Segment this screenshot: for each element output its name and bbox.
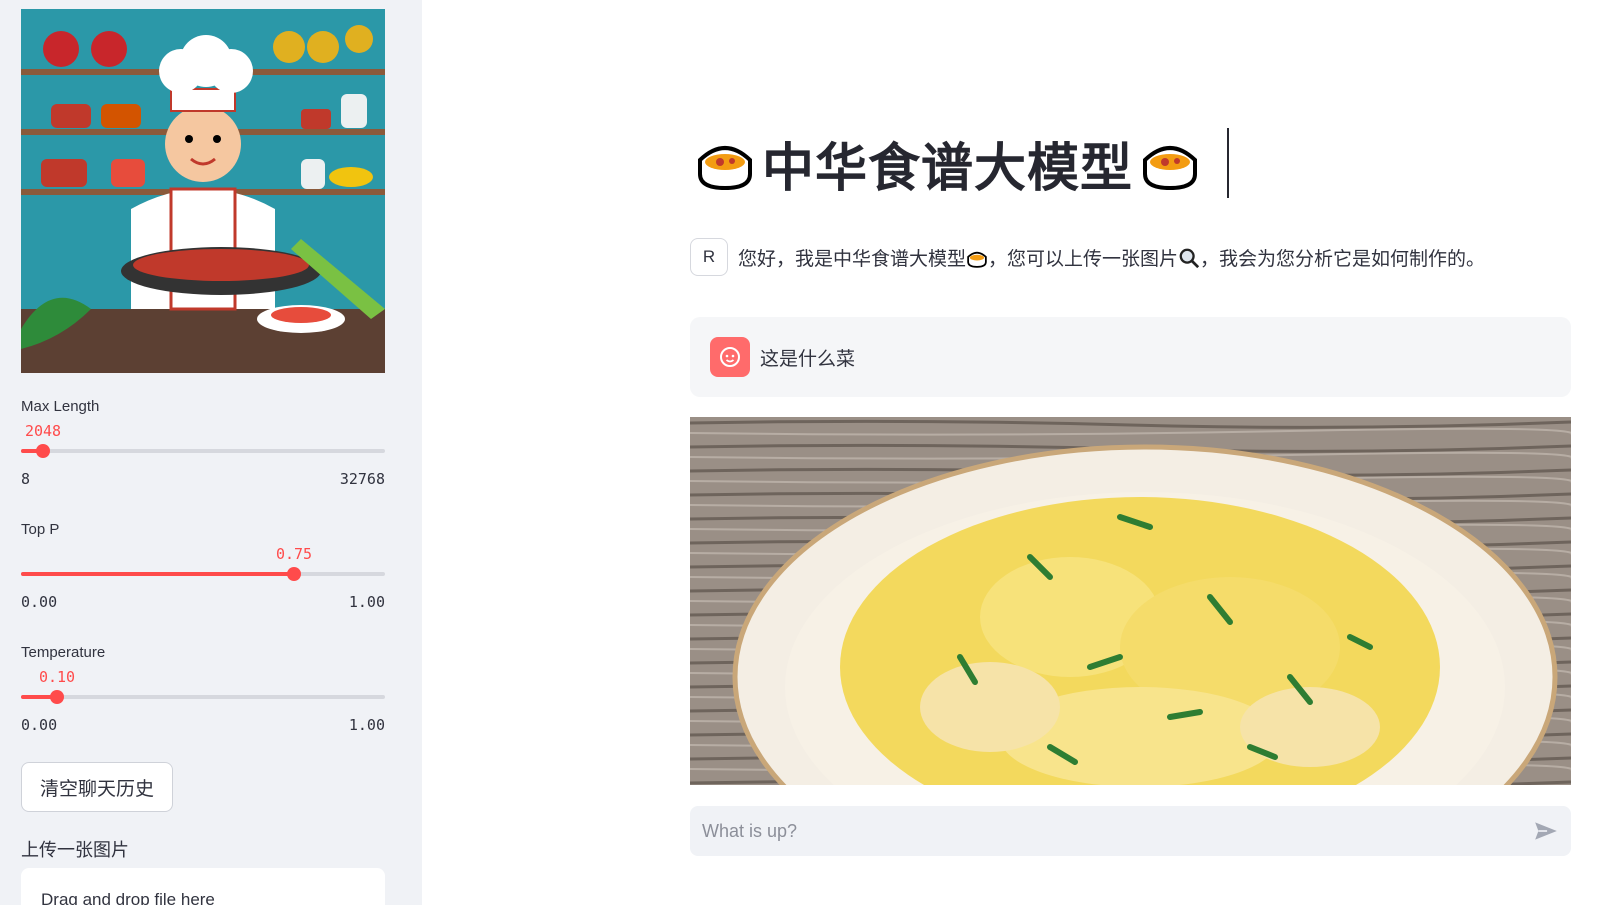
max-length-label: Max Length [21, 398, 100, 415]
temperature-label: Temperature [21, 644, 106, 661]
temperature-track[interactable] [21, 690, 385, 704]
page-title: 中华食谱大模型 [694, 128, 1201, 198]
chef-illustration [21, 9, 385, 373]
clear-history-button[interactable]: 清空聊天历史 [21, 762, 173, 812]
top-p-min: 0.00 [21, 593, 58, 611]
assistant-text-middle: ，您可以上传一张图片 [988, 248, 1179, 270]
user-message: 这是什么菜 [690, 337, 1571, 377]
top-p-label: Top P [21, 521, 60, 538]
top-p-track[interactable] [21, 567, 385, 581]
dropzone-text: Drag and drop file here [41, 890, 215, 905]
cooking-pot-icon [1143, 146, 1198, 191]
max-length-track[interactable] [21, 444, 385, 458]
sidebar: Max Length 2048 8 32768 Top P 0.75 0.00 … [0, 0, 422, 905]
assistant-message: R 您好，我是中华食谱大模型 ，您可以上传一张图片 ，我会为您分析它是如何制作的。 [690, 237, 1571, 277]
temperature-value: 0.10 [38, 668, 76, 686]
temperature-slider[interactable]: Temperature 0.10 0.00 1.00 [21, 644, 385, 734]
max-length-slider[interactable]: Max Length 2048 8 32768 [21, 398, 385, 488]
max-length-thumb[interactable] [36, 444, 50, 458]
top-p-max: 1.00 [348, 593, 385, 611]
cooking-pot-icon [967, 251, 987, 268]
temperature-min: 0.00 [21, 716, 58, 734]
max-length-max: 32768 [339, 470, 385, 488]
file-dropzone[interactable]: Drag and drop file here [21, 868, 385, 905]
temperature-thumb[interactable] [50, 690, 64, 704]
uploaded-food-image [690, 417, 1571, 785]
chat-input[interactable] [690, 806, 1571, 856]
temperature-max: 1.00 [348, 716, 385, 734]
max-length-value: 2048 [24, 422, 62, 440]
cooking-pot-icon [698, 146, 752, 191]
top-p-thumb[interactable] [287, 567, 301, 581]
assistant-text-after: ，我会为您分析它是如何制作的。 [1200, 248, 1486, 270]
magnifier-icon [1179, 248, 1200, 268]
top-p-slider[interactable]: Top P 0.75 0.00 1.00 [21, 521, 385, 611]
top-p-value: 0.75 [275, 545, 313, 563]
send-icon[interactable] [1533, 818, 1559, 844]
assistant-avatar: R [690, 238, 728, 276]
assistant-text-before: 您好，我是中华食谱大模型 [738, 248, 967, 270]
user-avatar [710, 337, 750, 377]
user-face-icon [720, 347, 740, 367]
assistant-message-text: 您好，我是中华食谱大模型 ，您可以上传一张图片 ，我会为您分析它是如何制作的。 [738, 244, 1485, 271]
user-message-text: 这是什么菜 [760, 348, 856, 370]
max-length-min: 8 [21, 470, 31, 488]
upload-label: 上传一张图片 [21, 840, 129, 860]
title-text: 中华食谱大模型 [762, 139, 1134, 198]
text-cursor [1227, 128, 1229, 198]
